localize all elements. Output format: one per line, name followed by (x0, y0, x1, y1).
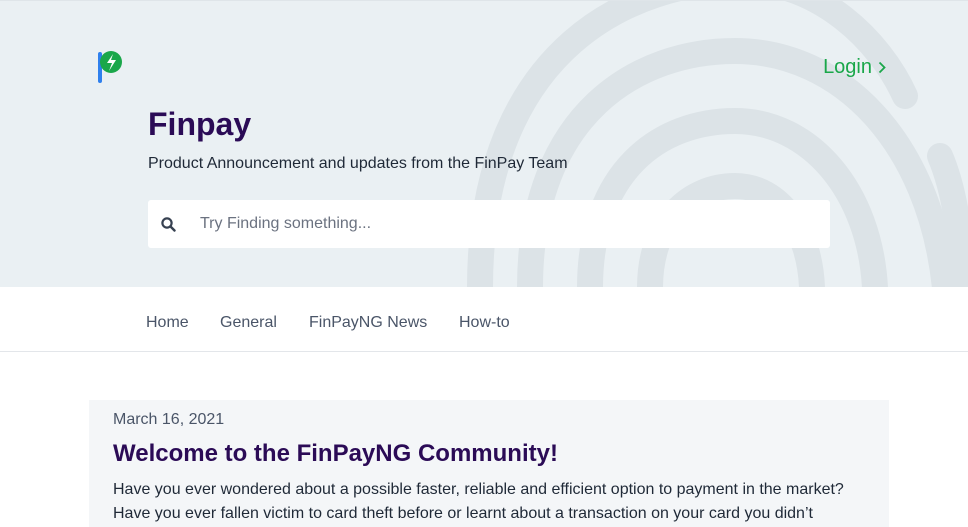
category-nav: Home General FinPayNG News How-to (0, 287, 968, 352)
search-bar (148, 200, 830, 248)
search-icon[interactable] (161, 217, 176, 232)
hero-header: Login Finpay Product Announcement and up… (0, 0, 968, 287)
finpay-logo-icon[interactable] (98, 50, 124, 84)
site-title: Finpay (148, 106, 252, 142)
nav-item-how-to[interactable]: How-to (459, 314, 510, 332)
nav-item-home[interactable]: Home (146, 314, 189, 332)
site-subtitle: Product Announcement and updates from th… (148, 155, 568, 172)
search-input[interactable] (200, 200, 820, 248)
login-label: Login (823, 56, 872, 78)
post-date: March 16, 2021 (113, 411, 225, 428)
nav-item-general[interactable]: General (220, 314, 277, 332)
chevron-right-icon (878, 61, 886, 74)
post-title-link[interactable]: Welcome to the FinPayNG Community! (113, 440, 558, 468)
post-excerpt: Have you ever wondered about a possible … (113, 481, 844, 522)
login-link[interactable]: Login (823, 56, 886, 79)
nav-item-finpayng-news[interactable]: FinPayNG News (309, 314, 427, 332)
post-card[interactable]: March 16, 2021 Welcome to the FinPayNG C… (89, 400, 889, 527)
